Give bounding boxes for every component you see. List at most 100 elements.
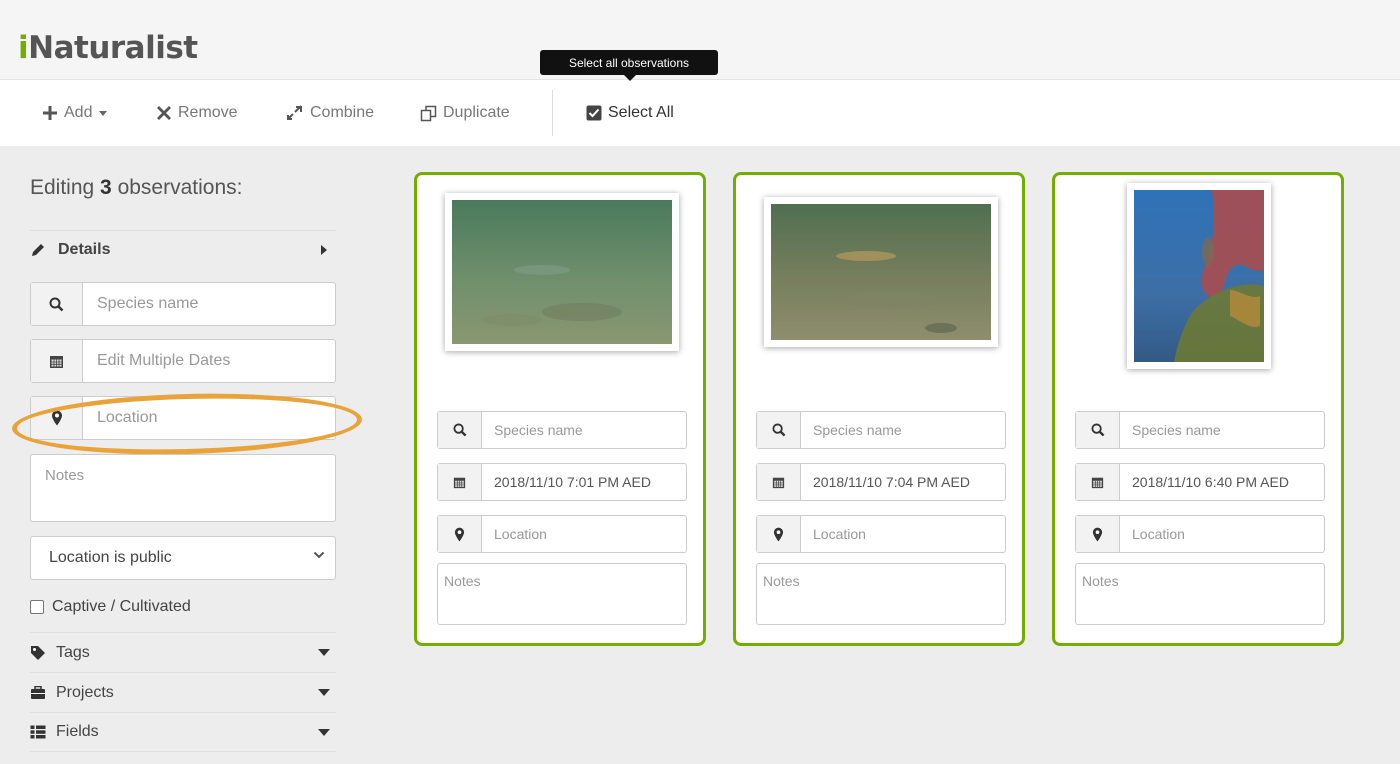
location-placeholder: Location (97, 409, 158, 426)
card-notes-placeholder: Notes (444, 573, 481, 589)
remove-x-icon (156, 105, 172, 121)
editing-suffix: observations: (111, 176, 243, 199)
duplicate-icon (420, 105, 437, 122)
tag-icon (30, 645, 46, 661)
select-all-tooltip: Select all observations (540, 50, 718, 81)
caret-down-icon (318, 649, 330, 656)
caret-down-icon (318, 729, 330, 736)
checked-box-icon (586, 105, 602, 121)
edit-dates-placeholder: Edit Multiple Dates (97, 352, 231, 369)
edit-dates-field[interactable]: Edit Multiple Dates (30, 339, 336, 383)
remove-label: Remove (178, 104, 238, 121)
toolbar-divider (552, 90, 553, 136)
photo-image (452, 200, 672, 344)
observation-card[interactable]: Species name 2018/11/10 7:01 PM AED Loca… (414, 172, 706, 646)
fields-label: Fields (56, 723, 99, 740)
uploader-toolbar: Add Remove Combine Duplicate Select All (0, 80, 1400, 146)
card-notes-textarea[interactable]: Notes (756, 563, 1006, 625)
add-label: Add (64, 104, 93, 121)
card-location-placeholder: Location (1132, 526, 1185, 542)
search-icon (1076, 412, 1120, 448)
pencil-icon (30, 242, 46, 258)
card-location-field[interactable]: Location (1075, 515, 1325, 553)
combine-icon (286, 105, 304, 121)
remove-button[interactable]: Remove (156, 104, 238, 122)
caret-right-icon (320, 244, 328, 256)
species-name-field[interactable]: Species name (30, 282, 336, 326)
fields-section-header[interactable]: Fields (30, 712, 336, 752)
card-species-placeholder: Species name (494, 422, 583, 438)
observation-card[interactable]: Species name 2018/11/10 7:04 PM AED Loca… (733, 172, 1025, 646)
caret-down-icon (98, 109, 108, 117)
card-notes-placeholder: Notes (1082, 573, 1119, 589)
projects-label: Projects (56, 683, 114, 701)
observation-card[interactable]: Species name 2018/11/10 6:40 PM AED Loca… (1052, 172, 1344, 646)
map-marker-icon (31, 397, 83, 439)
observation-photo[interactable] (1127, 183, 1271, 369)
card-date-value: 2018/11/10 7:04 PM AED (813, 474, 970, 490)
card-notes-textarea[interactable]: Notes (437, 563, 687, 625)
uploader-main: Editing 3 observations: Details Species … (0, 146, 1400, 764)
captive-label: Captive / Cultivated (52, 598, 191, 615)
card-location-field[interactable]: Location (437, 515, 687, 553)
combine-button[interactable]: Combine (286, 104, 374, 122)
calendar-icon (31, 340, 83, 382)
search-icon (438, 412, 482, 448)
calendar-icon (757, 464, 801, 500)
duplicate-label: Duplicate (443, 104, 510, 121)
photo-image (1134, 190, 1264, 362)
editing-count: 3 (100, 176, 112, 199)
card-date-field[interactable]: 2018/11/10 6:40 PM AED (1075, 463, 1325, 501)
observation-photo[interactable] (445, 193, 679, 351)
calendar-icon (438, 464, 482, 500)
card-location-placeholder: Location (813, 526, 866, 542)
photo-image (771, 204, 991, 340)
editing-title: Editing 3 observations: (30, 176, 242, 200)
captive-cultivated-checkbox[interactable]: Captive / Cultivated (30, 598, 191, 616)
location-privacy-select[interactable]: Location is public (30, 536, 336, 580)
card-species-field[interactable]: Species name (437, 411, 687, 449)
search-icon (757, 412, 801, 448)
observation-photo[interactable] (764, 197, 998, 347)
card-date-value: 2018/11/10 6:40 PM AED (1132, 474, 1289, 490)
notes-textarea[interactable]: Notes (30, 454, 336, 522)
list-icon (30, 725, 46, 739)
map-marker-icon (438, 516, 482, 552)
card-notes-placeholder: Notes (763, 573, 800, 589)
card-species-field[interactable]: Species name (756, 411, 1006, 449)
plus-icon (42, 105, 58, 121)
tags-label: Tags (56, 643, 90, 661)
card-date-field[interactable]: 2018/11/10 7:04 PM AED (756, 463, 1006, 501)
details-label: Details (58, 240, 111, 258)
select-all-label: Select All (608, 104, 674, 121)
briefcase-icon (30, 685, 46, 700)
calendar-icon (1076, 464, 1120, 500)
combine-label: Combine (310, 104, 375, 121)
location-privacy-value: Location is public (49, 549, 172, 566)
add-button[interactable]: Add (42, 104, 108, 122)
notes-placeholder: Notes (45, 467, 85, 484)
duplicate-button[interactable]: Duplicate (420, 104, 510, 122)
logo-i: i (18, 30, 29, 66)
search-icon (31, 283, 83, 325)
caret-down-icon (318, 689, 330, 696)
projects-section-header[interactable]: Projects (30, 672, 336, 712)
map-marker-icon (1076, 516, 1120, 552)
card-date-field[interactable]: 2018/11/10 7:01 PM AED (437, 463, 687, 501)
inaturalist-logo[interactable]: iNaturalist (18, 30, 198, 66)
editing-prefix: Editing (30, 176, 101, 199)
card-species-placeholder: Species name (813, 422, 902, 438)
card-species-placeholder: Species name (1132, 422, 1221, 438)
select-all-button[interactable]: Select All (586, 104, 674, 122)
card-notes-textarea[interactable]: Notes (1075, 563, 1325, 625)
map-marker-icon (757, 516, 801, 552)
species-name-placeholder: Species name (97, 295, 199, 312)
card-location-field[interactable]: Location (756, 515, 1006, 553)
card-species-field[interactable]: Species name (1075, 411, 1325, 449)
tags-section-header[interactable]: Tags (30, 632, 336, 672)
location-field[interactable]: Location (30, 396, 336, 440)
checkbox-icon (30, 600, 44, 614)
chevron-down-icon (313, 549, 325, 561)
card-location-placeholder: Location (494, 526, 547, 542)
details-section-header[interactable]: Details (30, 230, 336, 268)
